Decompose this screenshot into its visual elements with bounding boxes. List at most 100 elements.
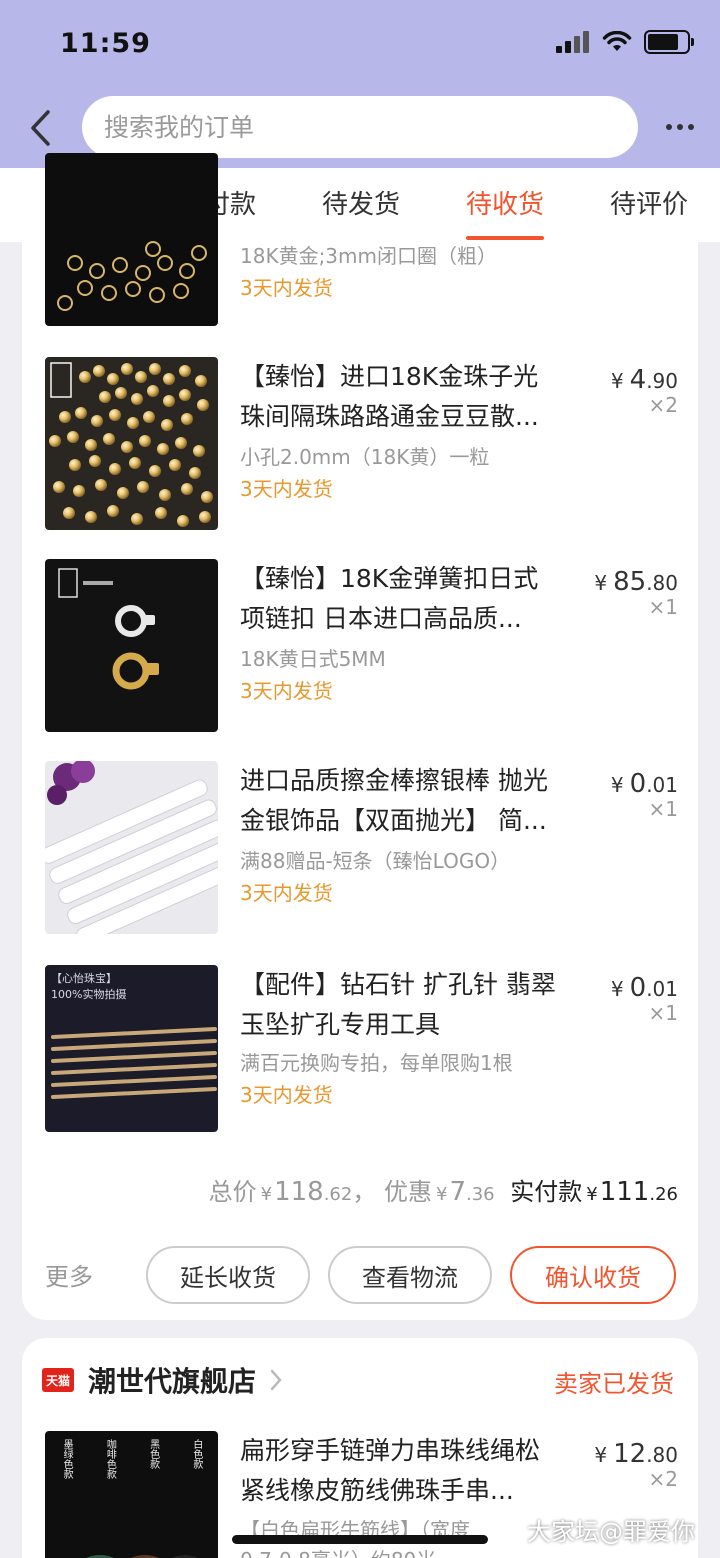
total-integer: 118 bbox=[274, 1177, 324, 1207]
currency-symbol: ¥ bbox=[586, 1184, 598, 1205]
product-title[interactable]: 【臻怡】进口18K金珠子光 珠间隔珠路路通金豆豆散... bbox=[240, 357, 580, 437]
price-integer: 4 bbox=[629, 365, 647, 395]
order-card: 18K黄金;3mm闭口圈（粗） 3天内发货 【臻怡】进口18K金珠子光 珠间隔珠… bbox=[22, 153, 698, 1320]
signal-icon bbox=[556, 31, 589, 53]
shipping-time: 3天内发货 bbox=[240, 881, 333, 905]
title-line: 紧线橡皮筋线佛珠手串... bbox=[240, 1476, 514, 1505]
product-title[interactable]: 【配件】钻石针 扩孔针 翡翠 玉坠扩孔专用工具 bbox=[240, 965, 580, 1045]
product-price: ¥4.90 bbox=[611, 365, 678, 395]
needles-image bbox=[51, 1027, 217, 1099]
discount-label: 优惠 bbox=[383, 1178, 432, 1206]
dot-icon bbox=[688, 124, 694, 130]
price-decimal: .01 bbox=[646, 977, 678, 1001]
product-thumbnail[interactable] bbox=[45, 761, 218, 934]
product-price: ¥12.80 bbox=[594, 1439, 678, 1469]
currency-symbol: ¥ bbox=[435, 1184, 448, 1205]
search-input[interactable] bbox=[104, 112, 638, 142]
tab-pending-shipment[interactable]: 待发货 bbox=[316, 168, 406, 242]
title-line: 【臻怡】进口18K金珠子光 bbox=[240, 362, 539, 391]
product-thumbnail[interactable] bbox=[45, 357, 218, 530]
dot-icon bbox=[666, 124, 672, 130]
more-actions-link[interactable]: 更多 bbox=[45, 1257, 93, 1292]
shipping-time: 3天内发货 bbox=[240, 276, 333, 300]
battery-icon bbox=[644, 30, 694, 54]
price-integer: 85 bbox=[613, 567, 647, 597]
product-sku: 小孔2.0mm（18K黄）一粒 bbox=[240, 445, 490, 469]
gold-beads-image bbox=[49, 362, 213, 527]
tab-pending-receipt[interactable]: 待收货 bbox=[460, 168, 550, 242]
top-header: 11:59 bbox=[0, 0, 720, 168]
title-line: 项链扣 日本进口高品质... bbox=[240, 604, 522, 633]
back-button[interactable] bbox=[20, 104, 60, 152]
tab-pending-review[interactable]: 待评价 bbox=[604, 168, 694, 242]
title-line: 【臻怡】18K金弹簧扣日式 bbox=[240, 564, 539, 593]
product-thumbnail[interactable] bbox=[45, 559, 218, 732]
chevron-left-icon bbox=[31, 110, 50, 146]
total-decimal: .62 bbox=[323, 1184, 353, 1205]
order-status: 卖家已发货 bbox=[554, 1370, 674, 1398]
title-line: 玉坠扩孔专用工具 bbox=[240, 1010, 441, 1039]
product-price: ¥0.01 bbox=[611, 769, 678, 799]
total-label: 总价 bbox=[208, 1178, 257, 1206]
watermark-text: 大家坛@罪爱你 bbox=[527, 1518, 695, 1546]
product-sku: 18K黄金;3mm闭口圈（粗） bbox=[240, 244, 497, 268]
more-options-button[interactable] bbox=[660, 112, 700, 142]
shipping-time: 3天内发货 bbox=[240, 477, 333, 501]
gold-rings-image bbox=[57, 241, 207, 311]
paid-decimal: .26 bbox=[649, 1184, 678, 1205]
status-icons bbox=[556, 30, 694, 54]
title-line: 金银饰品【双面抛光】 简... bbox=[240, 806, 547, 835]
title-line: 扁形穿手链弹力串珠线绳松 bbox=[240, 1436, 541, 1465]
price-integer: 0 bbox=[629, 769, 647, 799]
search-box[interactable] bbox=[82, 96, 638, 158]
product-price: ¥0.01 bbox=[611, 973, 678, 1003]
dot-icon bbox=[677, 124, 683, 130]
order-total: 总价 ¥118.62， 优惠 ¥7.36 实付款 ¥111.26 bbox=[209, 1172, 678, 1207]
spring-clasp-image bbox=[58, 568, 159, 690]
shipping-time: 3天内发货 bbox=[240, 679, 333, 703]
product-thumbnail[interactable] bbox=[45, 153, 218, 326]
home-indicator[interactable] bbox=[232, 1535, 488, 1544]
price-decimal: .90 bbox=[646, 369, 678, 393]
product-sku: 18K黄日式5MM bbox=[240, 647, 386, 671]
currency-symbol: ¥ bbox=[610, 369, 624, 393]
currency-symbol: ¥ bbox=[260, 1184, 273, 1205]
product-quantity: ×2 bbox=[648, 1467, 678, 1491]
polishing-sticks-image bbox=[45, 761, 218, 934]
sku-line: 0.7-0.8毫米）约80米 bbox=[240, 1545, 470, 1558]
tmall-badge: 天猫 bbox=[42, 1368, 74, 1392]
title-line: 进口品质擦金棒擦银棒 抛光 bbox=[240, 766, 548, 795]
product-title[interactable]: 【臻怡】18K金弹簧扣日式 项链扣 日本进口高品质... bbox=[240, 559, 580, 639]
currency-symbol: ¥ bbox=[594, 571, 608, 595]
view-logistics-button[interactable]: 查看物流 bbox=[328, 1246, 492, 1304]
discount-decimal: .36 bbox=[465, 1184, 495, 1205]
paid-label: 实付款 bbox=[510, 1178, 583, 1206]
chevron-right-icon bbox=[270, 1369, 282, 1391]
separator: ， bbox=[352, 1178, 377, 1206]
product-thumbnail[interactable]: 【心怡珠宝】 100%实物拍摄 bbox=[45, 965, 218, 1132]
product-sku: 满88赠品-短条（臻怡LOGO） bbox=[240, 849, 511, 873]
confirm-receipt-button[interactable]: 确认收货 bbox=[510, 1246, 676, 1304]
product-title[interactable]: 进口品质擦金棒擦银棒 抛光 金银饰品【双面抛光】 简... bbox=[240, 761, 580, 841]
title-line: 珠间隔珠路路通金豆豆散... bbox=[240, 402, 539, 431]
currency-symbol: ¥ bbox=[594, 1443, 608, 1467]
product-quantity: ×1 bbox=[648, 797, 678, 821]
currency-symbol: ¥ bbox=[610, 773, 624, 797]
currency-symbol: ¥ bbox=[610, 977, 624, 1001]
shipping-time: 3天内发货 bbox=[240, 1083, 333, 1107]
product-price: ¥85.80 bbox=[594, 567, 678, 597]
paid-integer: 111 bbox=[599, 1177, 650, 1207]
product-sku: 满百元换购专拍，每单限购1根 bbox=[240, 1051, 513, 1075]
status-time: 11:59 bbox=[60, 28, 151, 59]
title-line: 【配件】钻石针 扩孔针 翡翠 bbox=[240, 970, 556, 999]
thread-spools-image bbox=[86, 1555, 199, 1558]
price-decimal: .80 bbox=[646, 1443, 678, 1467]
extend-receipt-button[interactable]: 延长收货 bbox=[146, 1246, 310, 1304]
store-name[interactable]: 潮世代旗舰店 bbox=[88, 1360, 256, 1400]
store-header[interactable]: 天猫 潮世代旗舰店 bbox=[42, 1360, 282, 1400]
product-thumbnail[interactable]: 墨绿色款 咖啡色款 黑色款 白色款 bbox=[45, 1431, 218, 1558]
discount-integer: 7 bbox=[449, 1177, 466, 1207]
price-decimal: .01 bbox=[646, 773, 678, 797]
product-title[interactable]: 扁形穿手链弹力串珠线绳松 紧线橡皮筋线佛珠手串... bbox=[240, 1431, 580, 1511]
product-quantity: ×1 bbox=[648, 595, 678, 619]
